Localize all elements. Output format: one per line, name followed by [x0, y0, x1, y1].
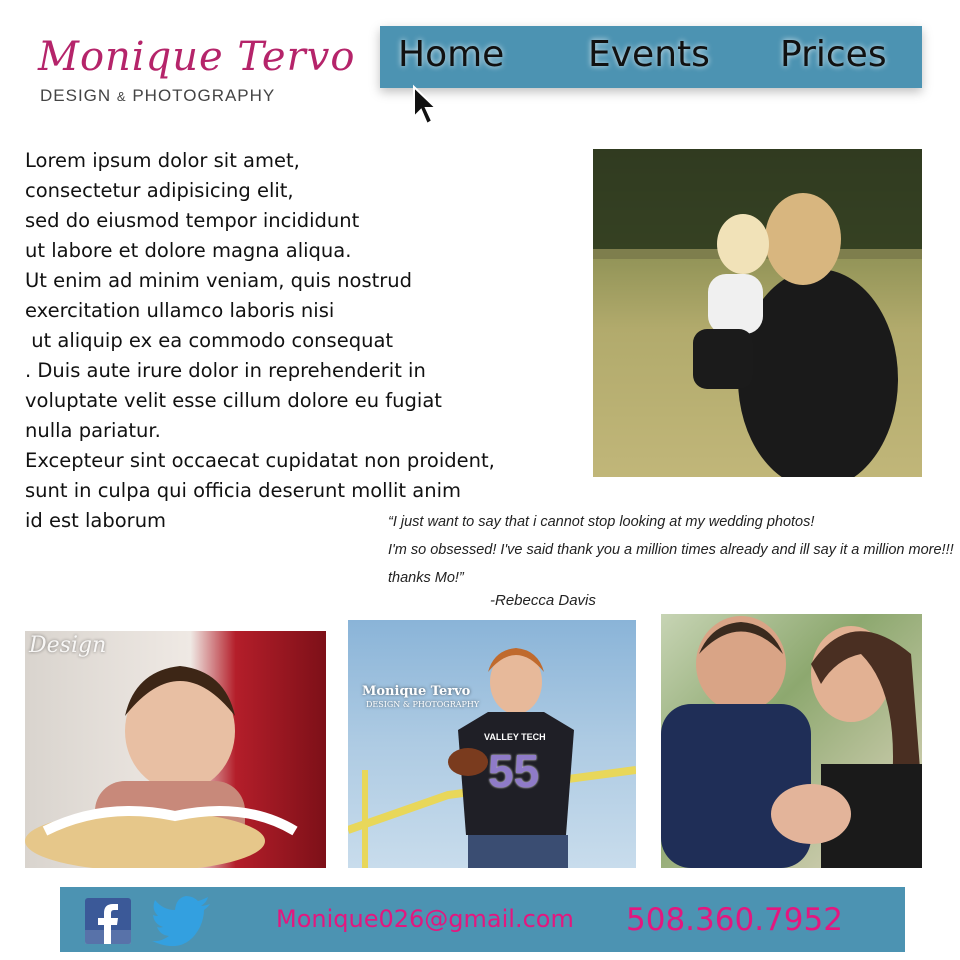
intro-line: ut labore et dolore magna aliqua. — [25, 239, 352, 262]
senior-photo-watermark: Monique Tervo — [362, 684, 471, 699]
intro-line: ut aliquip ex ea commodo consequat — [25, 329, 394, 352]
gallery-photo-senior[interactable]: Monique Tervo DESIGN & PHOTOGRAPHY VALLE… — [348, 620, 636, 868]
contact-email[interactable]: Monique026@gmail.com — [276, 905, 574, 933]
intro-line: Lorem ipsum dolor sit amet, — [25, 149, 300, 172]
intro-line: Excepteur sint occaecat cupidatat non pr… — [25, 449, 495, 472]
testimonial-line: “I just want to say that i cannot stop l… — [388, 514, 815, 530]
logo-subtitle: DESIGN & PHOTOGRAPHY — [40, 86, 275, 106]
nav-events-link[interactable]: Events — [588, 34, 710, 75]
nav-home-link[interactable]: Home — [398, 34, 504, 75]
logo-subtitle-photography: PHOTOGRAPHY — [132, 86, 276, 105]
facebook-icon[interactable] — [85, 898, 131, 944]
baby-photo-illustration — [25, 666, 298, 868]
contact-phone[interactable]: 508.360.7952 — [626, 902, 843, 938]
intro-paragraph: Lorem ipsum dolor sit amet, consectetur … — [25, 146, 600, 536]
intro-line: sunt in culpa qui officia deserunt molli… — [25, 479, 461, 502]
logo-subtitle-design: DESIGN — [40, 86, 112, 105]
site-logo[interactable]: Monique Tervo DESIGN & PHOTOGRAPHY — [38, 34, 354, 114]
senior-photo-watermark-sub: DESIGN & PHOTOGRAPHY — [366, 700, 480, 709]
testimonial-line: thanks Mo!” — [388, 570, 464, 586]
gallery-photo-couple[interactable] — [661, 614, 922, 868]
gallery-photo-baby[interactable]: Design — [25, 631, 326, 868]
logo-script-text: Monique Tervo — [38, 34, 356, 80]
testimonial-author: -Rebecca Davis — [490, 592, 596, 609]
jersey-number: 55 — [488, 745, 540, 797]
intro-line: voluptate velit esse cillum dolore eu fu… — [25, 389, 442, 412]
hero-photo-mother-daughter — [593, 149, 922, 477]
hero-photo-illustration — [593, 149, 922, 477]
logo-subtitle-amp: & — [116, 89, 127, 104]
testimonial-line: I'm so obsessed! I've said thank you a m… — [388, 542, 954, 558]
couple-photo-illustration — [661, 616, 922, 868]
mouse-cursor-icon — [413, 84, 439, 126]
intro-line: . Duis aute irure dolor in reprehenderit… — [25, 359, 426, 382]
intro-line: Ut enim ad minim veniam, quis nostrud — [25, 269, 413, 292]
nav-prices-link[interactable]: Prices — [780, 34, 887, 75]
intro-line: sed do eiusmod tempor incididunt — [25, 209, 360, 232]
intro-line: consectetur adipisicing elit, — [25, 179, 294, 202]
intro-line: nulla pariatur. — [25, 419, 161, 442]
main-nav: Home Events Prices — [380, 26, 922, 88]
twitter-icon[interactable] — [152, 896, 212, 946]
testimonial-quote: “I just want to say that i cannot stop l… — [388, 508, 954, 592]
contact-footer: Monique026@gmail.com 508.360.7952 — [60, 887, 905, 952]
jersey-team-text: VALLEY TECH — [484, 732, 546, 742]
intro-line: exercitation ullamco laboris nisi — [25, 299, 335, 322]
baby-photo-watermark: Design — [29, 633, 107, 658]
